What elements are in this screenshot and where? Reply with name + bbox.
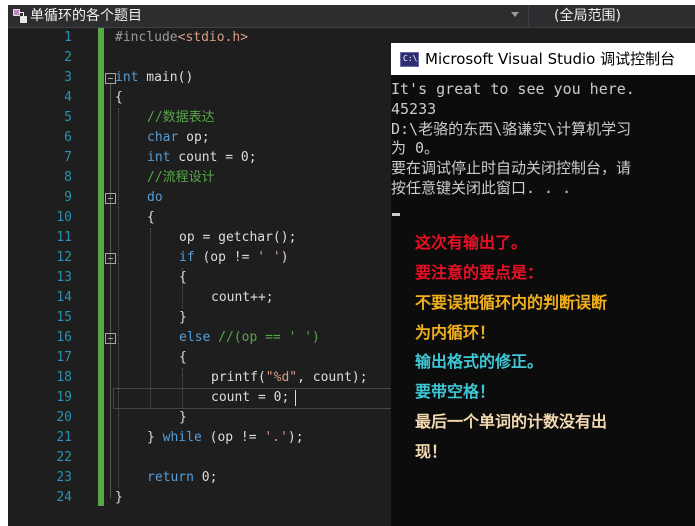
line-number: 6 <box>64 130 72 145</box>
scope-label: 单循环的各个题目 <box>30 8 142 24</box>
member-dropdown[interactable]: (全局范围) <box>529 5 695 27</box>
line-number: 8 <box>64 170 72 185</box>
line-number: 17 <box>56 350 72 365</box>
code-line: //流程设计 <box>147 170 215 185</box>
line-number: 1 <box>64 30 72 45</box>
ide-window: 单循环的各个题目 (全局范围) 1 2 3 4 5 6 7 8 9 10 11 12 13 14 15 16 1… <box>0 0 695 526</box>
console-output-line: 为 0。 <box>391 139 440 157</box>
console-title: Microsoft Visual Studio 调试控制台 <box>425 50 676 68</box>
line-number: 15 <box>56 310 72 325</box>
line-number: 7 <box>64 150 72 165</box>
annotation-text: 要带空格！ <box>415 382 496 401</box>
line-number: 22 <box>56 450 72 465</box>
line-number: 12 <box>56 250 72 265</box>
navigation-bar: 单循环的各个题目 (全局范围) <box>8 5 695 28</box>
line-number: 14 <box>56 290 72 305</box>
project-icon <box>13 9 27 23</box>
code-line: int main() <box>115 70 194 85</box>
console-output-line: 45233 <box>391 100 437 118</box>
fold-guide <box>110 84 111 498</box>
chevron-down-icon[interactable] <box>511 12 519 17</box>
code-line: } <box>179 310 187 325</box>
console-title-bar[interactable]: C:\ Microsoft Visual Studio 调试控制台 <box>391 43 695 75</box>
code-line: } <box>179 410 187 425</box>
console-cursor <box>392 213 400 216</box>
code-line: return 0; <box>147 470 218 485</box>
scope-dropdown[interactable]: 单循环的各个题目 <box>8 5 528 27</box>
line-number: 21 <box>56 430 72 445</box>
console-app-icon: C:\ <box>400 52 419 67</box>
indent-guide <box>118 108 119 488</box>
annotation-text: 要注意的要点是： <box>415 263 544 282</box>
annotation-text: 现！ <box>415 442 448 461</box>
code-line: op = getchar(); <box>179 230 297 245</box>
member-label: (全局范围) <box>554 8 621 24</box>
change-indicator-bar <box>98 28 104 506</box>
line-number: 2 <box>64 50 72 65</box>
console-output-line: D:\老骆的东西\骆谦实\计算机学习 <box>391 120 632 138</box>
code-line: } <box>115 490 123 505</box>
code-line: char op; <box>147 130 210 145</box>
debug-console-window[interactable]: C:\ Microsoft Visual Studio 调试控制台 It's g… <box>391 43 695 526</box>
annotation-text: 最后一个单词的计数没有出 <box>415 412 608 431</box>
indent-guide <box>150 228 151 408</box>
code-line: int count = 0; <box>147 150 257 165</box>
line-number: 3 <box>64 70 72 85</box>
line-number: 24 <box>56 490 72 505</box>
line-number: 5 <box>64 110 72 125</box>
code-line: count++; <box>211 290 274 305</box>
line-number: 20 <box>56 410 72 425</box>
console-output-line: It's great to see you here. <box>391 80 635 98</box>
line-number: 19 <box>56 390 72 405</box>
text-caret <box>295 390 296 406</box>
line-number: 4 <box>64 90 72 105</box>
code-line: } while (op != '.'); <box>147 430 304 445</box>
code-line: do <box>147 190 163 205</box>
code-line: //数据表达 <box>147 110 215 125</box>
line-number: 16 <box>56 330 72 345</box>
line-number: 18 <box>56 370 72 385</box>
annotation-text: 为内循环！ <box>415 323 496 342</box>
console-output-line: 要在调试停止时自动关闭控制台，请 <box>391 159 632 177</box>
console-output-line: 按任意键关闭此窗口. . . <box>391 179 572 197</box>
code-line: if (op != ' ') <box>179 250 289 265</box>
code-line: count = 0; <box>211 390 290 405</box>
collapse-icon[interactable] <box>105 333 116 344</box>
line-number: 11 <box>56 230 72 245</box>
code-line: printf("%d", count); <box>211 370 368 385</box>
annotation-text: 不要误把循环内的判断误断 <box>415 293 608 312</box>
annotation-text: 输出格式的修正。 <box>415 352 544 371</box>
collapse-icon[interactable] <box>105 193 116 204</box>
code-line: { <box>115 90 123 105</box>
line-number: 23 <box>56 470 72 485</box>
line-number: 10 <box>56 210 72 225</box>
code-line: { <box>147 210 155 225</box>
annotation-text: 这次有输出了。 <box>415 233 528 252</box>
collapse-icon[interactable] <box>105 253 116 264</box>
code-line: { <box>179 350 187 365</box>
line-number: 13 <box>56 270 72 285</box>
code-line: #include<stdio.h> <box>115 30 249 45</box>
code-line: { <box>179 270 187 285</box>
code-line: else //(op == ' ') <box>179 330 320 345</box>
line-number: 9 <box>64 190 72 205</box>
